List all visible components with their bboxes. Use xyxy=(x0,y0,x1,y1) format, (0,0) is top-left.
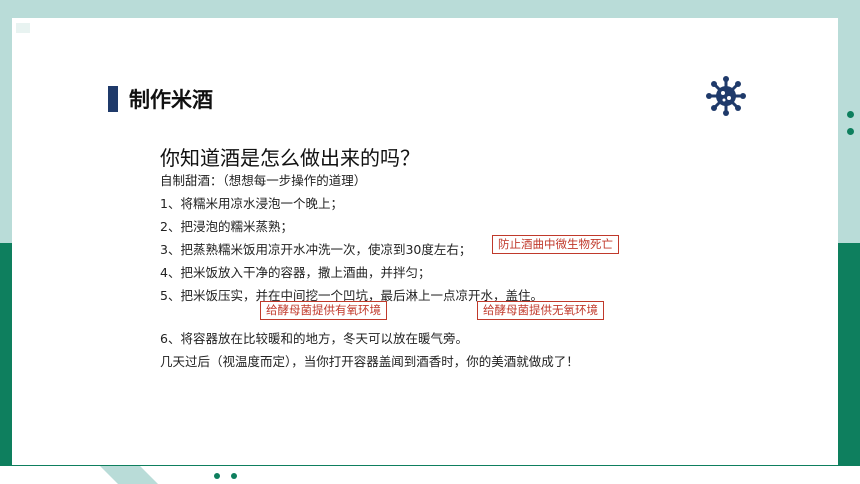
slide-title: 制作米酒 xyxy=(129,88,213,112)
note-anaerobic: 给酵母菌提供无氧环境 xyxy=(477,301,604,320)
decor-dot xyxy=(847,128,854,135)
corner-mark xyxy=(16,23,30,33)
decor-dot xyxy=(214,473,220,479)
decor-dot xyxy=(847,111,854,118)
virus-icon xyxy=(706,76,746,116)
note-step3: 防止酒曲中微生物死亡 xyxy=(492,235,619,254)
step-6: 6、将容器放在比较暖和的地方，冬天可以放在暖气旁。 xyxy=(160,331,468,346)
note-aerobic: 给酵母菌提供有氧环境 xyxy=(260,301,387,320)
subtitle-text: 自制甜酒：（想想每一步操作的道理） xyxy=(160,173,367,188)
decor-dot xyxy=(231,473,237,479)
step-1: 1、将糯米用凉水浸泡一个晚上； xyxy=(160,196,343,211)
step-4: 4、把米饭放入干净的容器，撒上酒曲，并拌匀； xyxy=(160,265,431,280)
step-2: 2、把浸泡的糯米蒸熟； xyxy=(160,219,293,234)
step-3: 3、把蒸熟糯米饭用凉开水冲洗一次，使凉到30度左右； xyxy=(160,242,472,257)
title-accent-bar xyxy=(108,86,118,112)
conclusion-text: 几天过后（视温度而定），当你打开容器盖闻到酒香时，你的美酒就做成了！ xyxy=(160,354,579,369)
question-heading: 你知道酒是怎么做出来的吗？ xyxy=(160,146,420,170)
